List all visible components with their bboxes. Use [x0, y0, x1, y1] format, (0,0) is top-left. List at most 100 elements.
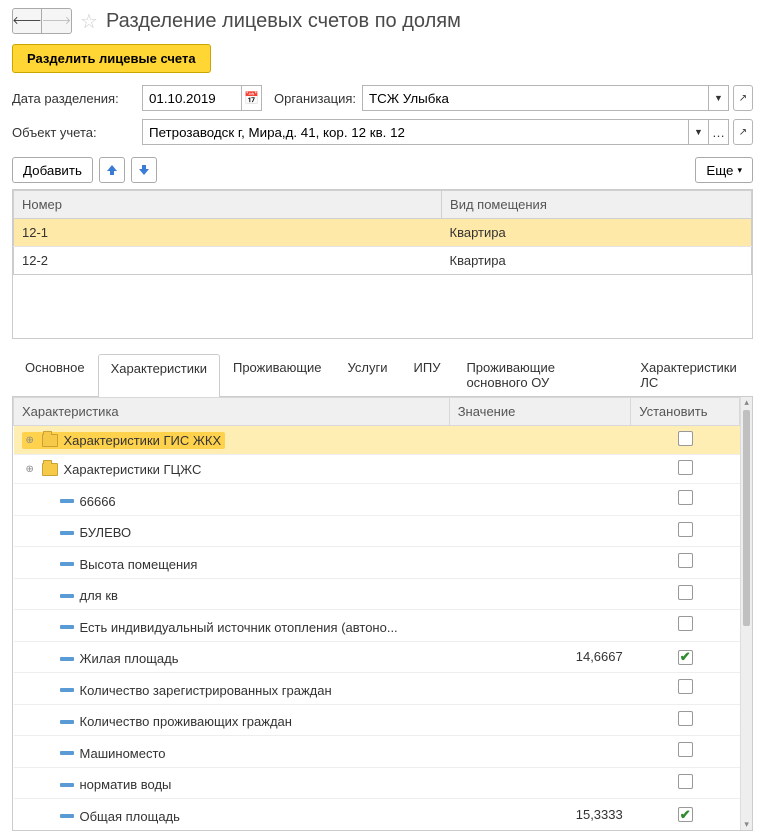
set-checkbox[interactable]: [678, 774, 693, 789]
col-char-value[interactable]: Значение: [449, 398, 631, 426]
item-icon: [60, 499, 74, 503]
char-name-cell: Машиноместо: [40, 745, 170, 762]
char-row[interactable]: Есть индивидуальный источник отопления (…: [14, 610, 740, 642]
split-accounts-button[interactable]: Разделить лицевые счета: [12, 44, 211, 73]
set-checkbox[interactable]: [678, 585, 693, 600]
char-row[interactable]: ⊕Характеристики ГЦЖС: [14, 455, 740, 484]
open-icon: ↗: [739, 127, 747, 138]
set-checkbox[interactable]: [678, 431, 693, 446]
move-down-button[interactable]: [131, 157, 157, 183]
char-name: 66666: [80, 494, 116, 509]
char-name-cell: БУЛЕВО: [40, 524, 136, 541]
char-value: [449, 767, 631, 799]
chevron-down-icon: ▾: [737, 165, 742, 176]
item-icon: [60, 720, 74, 724]
col-type[interactable]: Вид помещения: [442, 191, 752, 219]
arrow-left-icon: 🡐: [12, 16, 42, 27]
item-icon: [60, 688, 74, 692]
char-name-cell: ⊕Характеристики ГЦЖС: [22, 461, 206, 478]
char-name-cell: Высота помещения: [40, 556, 202, 573]
tab[interactable]: Проживающие: [220, 353, 335, 396]
favorite-star-icon[interactable]: ☆: [80, 9, 98, 34]
char-value: [449, 704, 631, 736]
set-checkbox[interactable]: [678, 742, 693, 757]
obj-select-button[interactable]: …: [709, 119, 729, 145]
cell-type: Квартира: [442, 219, 752, 247]
tabs: ОсновноеХарактеристикиПроживающиеУслугиИ…: [12, 353, 753, 397]
arrow-up-icon: [106, 165, 118, 175]
tab[interactable]: Услуги: [335, 353, 401, 396]
tab[interactable]: Характеристики: [98, 354, 220, 397]
set-checkbox[interactable]: ✔: [678, 650, 693, 665]
char-name-cell: для кв: [40, 587, 122, 604]
char-value: [449, 484, 631, 516]
set-checkbox[interactable]: [678, 490, 693, 505]
ellipsis-icon: …: [712, 125, 725, 140]
char-row[interactable]: Количество зарегистрированных граждан: [14, 673, 740, 705]
scrollbar[interactable]: ▴ ▾: [740, 397, 752, 830]
col-char-set[interactable]: Установить: [631, 398, 740, 426]
char-row[interactable]: БУЛЕВО: [14, 515, 740, 547]
char-row[interactable]: 66666: [14, 484, 740, 516]
set-checkbox[interactable]: [678, 522, 693, 537]
obj-input[interactable]: [142, 119, 689, 145]
obj-open-button[interactable]: ↗: [733, 119, 753, 145]
char-name: Количество зарегистрированных граждан: [80, 683, 332, 698]
org-open-button[interactable]: ↗: [733, 85, 753, 111]
char-row[interactable]: Общая площадь15,3333✔: [14, 799, 740, 830]
date-input[interactable]: [142, 85, 242, 111]
char-row[interactable]: для кв: [14, 578, 740, 610]
char-row[interactable]: норматив воды: [14, 767, 740, 799]
set-checkbox[interactable]: [678, 616, 693, 631]
more-button[interactable]: Еще ▾: [695, 157, 753, 183]
tab[interactable]: Основное: [12, 353, 98, 396]
set-checkbox[interactable]: [678, 711, 693, 726]
org-dropdown-button[interactable]: ▼: [709, 85, 729, 111]
accounts-table: Номер Вид помещения 12-1Квартира12-2Квар…: [12, 189, 753, 339]
scroll-up-icon: ▴: [741, 397, 752, 408]
arrow-right-icon: 🡒: [42, 16, 72, 27]
characteristics-panel: Характеристика Значение Установить ⊕Хара…: [12, 397, 753, 831]
char-name-cell: Количество зарегистрированных граждан: [40, 682, 336, 699]
add-button[interactable]: Добавить: [12, 157, 93, 183]
tab[interactable]: Проживающие основного ОУ: [453, 353, 627, 396]
expand-icon[interactable]: ⊕: [26, 464, 36, 475]
char-value: [449, 455, 631, 484]
char-value: [449, 547, 631, 579]
set-checkbox[interactable]: [678, 553, 693, 568]
table-row[interactable]: 12-2Квартира: [14, 247, 752, 275]
col-char-name[interactable]: Характеристика: [14, 398, 450, 426]
forward-button[interactable]: 🡒: [42, 8, 72, 34]
char-row[interactable]: Машиноместо: [14, 736, 740, 768]
char-name-cell: Количество проживающих граждан: [40, 713, 296, 730]
char-name: Жилая площадь: [80, 651, 179, 666]
tab[interactable]: Характеристики ЛС: [627, 353, 753, 396]
expand-icon[interactable]: ⊕: [26, 435, 36, 446]
item-icon: [60, 562, 74, 566]
obj-dropdown-button[interactable]: ▼: [689, 119, 709, 145]
folder-icon: [42, 463, 58, 476]
char-value: [449, 736, 631, 768]
char-name: Высота помещения: [80, 557, 198, 572]
char-name: Машиноместо: [80, 746, 166, 761]
item-icon: [60, 594, 74, 598]
cell-number: 12-1: [14, 219, 442, 247]
move-up-button[interactable]: [99, 157, 125, 183]
char-row[interactable]: Жилая площадь14,6667✔: [14, 641, 740, 673]
set-checkbox[interactable]: [678, 460, 693, 475]
scroll-thumb[interactable]: [743, 410, 750, 626]
item-icon: [60, 814, 74, 818]
set-checkbox[interactable]: [678, 679, 693, 694]
char-row[interactable]: Количество проживающих граждан: [14, 704, 740, 736]
char-row[interactable]: Высота помещения: [14, 547, 740, 579]
date-picker-button[interactable]: 📅: [242, 85, 262, 111]
calendar-icon: 📅: [244, 91, 259, 105]
table-row[interactable]: 12-1Квартира: [14, 219, 752, 247]
col-number[interactable]: Номер: [14, 191, 442, 219]
char-value: [449, 610, 631, 642]
tab[interactable]: ИПУ: [401, 353, 454, 396]
char-row[interactable]: ⊕Характеристики ГИС ЖКХ: [14, 426, 740, 455]
org-input[interactable]: [362, 85, 709, 111]
set-checkbox[interactable]: ✔: [678, 807, 693, 822]
back-button[interactable]: 🡐: [12, 8, 42, 34]
